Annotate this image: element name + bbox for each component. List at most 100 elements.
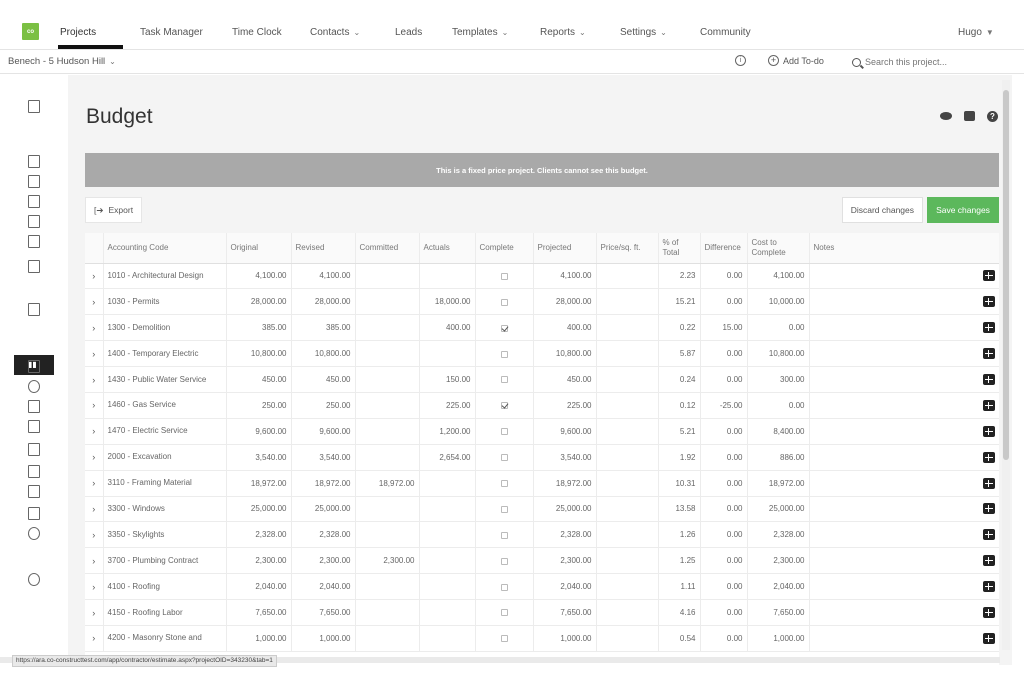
expand-row-icon[interactable]: › [85,625,104,652]
info-icon[interactable]: i [735,55,746,66]
complete-cell[interactable] [475,547,534,575]
actuals-cell[interactable]: 225.00 [419,392,476,419]
actuals-cell[interactable]: 1,200.00 [419,418,476,445]
add-note-icon[interactable] [982,374,995,385]
complete-checkbox[interactable] [500,479,508,487]
add-note-icon[interactable] [982,529,995,541]
complete-checkbox[interactable] [500,376,508,384]
expand-row-icon[interactable]: › [85,314,104,342]
nav-templates[interactable]: Templates ⌄ [452,27,508,38]
header-price-sqft[interactable]: Price/sq. ft. [596,233,659,264]
add-note-icon[interactable] [982,555,995,567]
actuals-cell[interactable] [419,573,476,601]
complete-checkbox[interactable] [500,454,508,462]
nav-reports[interactable]: Reports ⌄ [540,27,586,38]
complete-checkbox[interactable] [500,583,508,591]
actuals-cell[interactable] [419,470,476,497]
nav-time-clock[interactable]: Time Clock [232,27,282,38]
complete-checkbox[interactable] [500,298,508,306]
message-icon[interactable] [28,420,40,433]
export-button[interactable]: [➔ Export [85,197,143,223]
expand-row-icon[interactable]: › [85,340,104,368]
photo-icon[interactable] [28,507,40,520]
expand-row-icon[interactable]: › [85,418,104,445]
actuals-cell[interactable]: 2,654.00 [419,444,476,471]
save-changes-button[interactable]: Save changes [927,197,999,223]
expand-row-icon[interactable]: › [85,573,104,601]
calculator-icon[interactable] [28,155,40,168]
complete-cell[interactable] [475,470,534,497]
actuals-cell[interactable] [419,625,476,652]
document-icon[interactable] [28,195,40,208]
expand-row-icon[interactable]: › [85,288,104,316]
calendar-icon[interactable] [28,360,40,373]
discard-changes-button[interactable]: Discard changes [841,197,923,223]
header-cost-to-complete[interactable]: Cost to Complete [747,233,810,264]
expand-row-icon[interactable]: › [85,599,104,626]
expand-row-icon[interactable]: › [85,521,104,549]
nav-projects[interactable]: Projects [60,27,96,38]
header-complete[interactable]: Complete [475,233,534,264]
gear-icon[interactable] [28,573,40,586]
search-input[interactable] [865,57,990,67]
complete-checkbox[interactable] [500,505,508,513]
nav-settings[interactable]: Settings ⌄ [620,27,667,38]
complete-cell[interactable] [475,573,534,601]
complete-cell[interactable] [475,288,534,316]
add-note-icon[interactable] [982,477,995,489]
complete-cell[interactable] [475,625,534,652]
expand-row-icon[interactable]: › [85,392,104,419]
header-actuals[interactable]: Actuals [419,233,476,264]
complete-cell[interactable] [475,392,534,419]
complete-checkbox[interactable] [500,635,508,643]
complete-cell[interactable] [475,366,534,393]
complete-cell[interactable] [475,599,534,626]
nav-task-manager[interactable]: Task Manager [140,27,203,38]
add-note-icon[interactable] [982,607,995,619]
expand-row-icon[interactable]: › [85,547,104,575]
actuals-cell[interactable] [419,521,476,549]
ledger-icon[interactable] [28,260,40,273]
header-pct-total[interactable]: % of Total [658,233,701,264]
add-note-icon[interactable] [982,296,995,308]
expand-row-icon[interactable]: › [85,263,104,290]
complete-cell[interactable] [475,444,534,471]
add-note-icon[interactable] [982,503,995,515]
complete-cell[interactable] [475,418,534,445]
complete-checkbox[interactable] [500,350,508,358]
add-note-icon[interactable] [982,348,995,360]
complete-checkbox[interactable] [500,609,508,617]
complete-checkbox[interactable] [500,272,508,280]
file-icon[interactable] [28,235,40,248]
add-note-icon[interactable] [982,270,995,282]
purchase-order-icon[interactable] [28,303,40,316]
add-note-icon[interactable] [982,632,995,644]
invoice-icon[interactable] [28,215,40,228]
clipboard-icon[interactable] [28,100,40,113]
scrollbar-thumb[interactable] [1003,90,1009,460]
complete-cell[interactable] [475,340,534,368]
estimate-icon[interactable] [28,175,40,188]
expand-row-icon[interactable]: › [85,470,104,497]
add-note-icon[interactable] [982,322,995,334]
complete-checkbox[interactable] [500,324,508,332]
actuals-cell[interactable] [419,599,476,626]
actuals-cell[interactable] [419,263,476,290]
clock-icon[interactable] [28,380,40,393]
app-logo[interactable]: co [22,23,39,40]
complete-cell[interactable] [475,496,534,523]
expand-row-icon[interactable]: › [85,496,104,523]
nav-community[interactable]: Community [700,27,751,38]
check-circle-icon[interactable] [28,527,40,540]
add-note-icon[interactable] [982,581,995,593]
help-icon[interactable]: ? [987,111,998,122]
header-difference[interactable]: Difference [700,233,748,264]
user-menu[interactable]: Hugo ▼ [958,27,994,38]
expand-row-icon[interactable]: › [85,444,104,471]
complete-checkbox[interactable] [500,402,508,410]
complete-checkbox[interactable] [500,557,508,565]
complete-cell[interactable] [475,521,534,549]
checklist-icon[interactable] [28,443,40,456]
actuals-cell[interactable]: 18,000.00 [419,288,476,316]
blank-file-icon[interactable] [28,485,40,498]
